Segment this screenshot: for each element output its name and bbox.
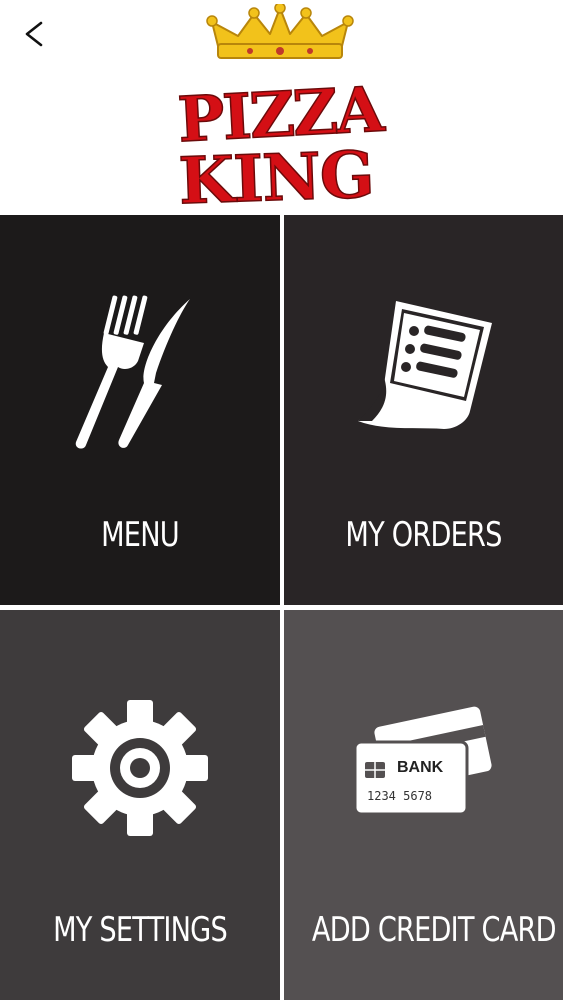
chevron-left-icon xyxy=(25,21,43,47)
pizza-king-logo: PIZZA KING xyxy=(175,4,388,212)
back-button[interactable] xyxy=(14,14,54,54)
crown-icon xyxy=(206,4,354,59)
app-header: PIZZA KING xyxy=(0,0,563,215)
fork-knife-icon xyxy=(75,295,190,449)
card-number-text: 1234 5678 xyxy=(367,789,432,803)
tile-menu[interactable]: MENU xyxy=(0,215,280,605)
credit-card-icon: BANK 1234 5678 xyxy=(353,706,492,816)
tile-my-settings[interactable]: MY SETTINGS xyxy=(0,610,280,1000)
tile-add-credit-card[interactable]: BANK 1234 5678 ADD CREDIT CARD xyxy=(284,610,563,1000)
tile-my-orders[interactable]: MY ORDERS xyxy=(284,215,563,605)
receipt-icon xyxy=(357,301,492,429)
tile-menu-label: MENU xyxy=(101,515,180,555)
home-menu-grid: MENU MY ORDERS MY SETTINGS BANK 1234 567… xyxy=(0,215,563,1000)
card-bank-text: BANK xyxy=(397,759,444,776)
logo-line2: KING xyxy=(178,138,375,212)
gear-icon xyxy=(72,700,208,836)
tile-my-orders-label: MY ORDERS xyxy=(345,515,502,555)
tile-add-credit-card-label: ADD CREDIT CARD xyxy=(311,910,557,950)
tile-my-settings-label: MY SETTINGS xyxy=(53,910,228,950)
